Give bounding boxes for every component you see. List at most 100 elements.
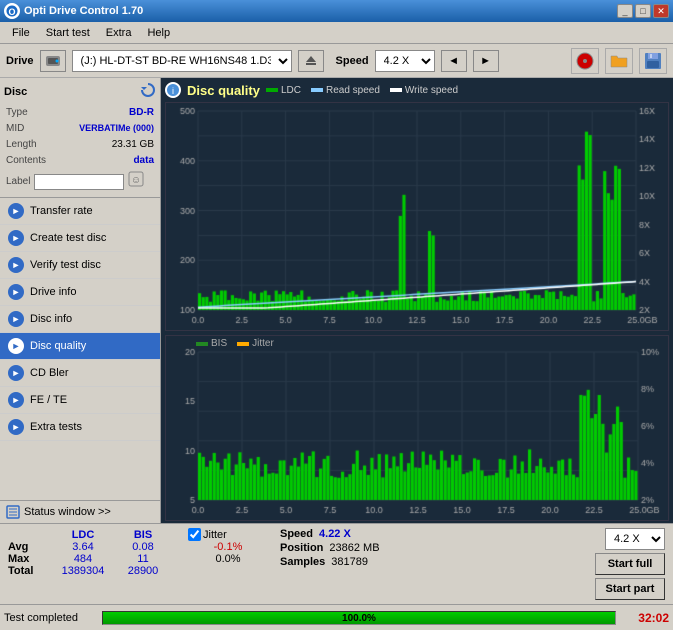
disc-quality-header-icon: i: [165, 82, 181, 98]
length-label: Length: [6, 137, 37, 153]
contents-label: Contents: [6, 153, 46, 169]
avg-ldc: 3.64: [48, 541, 118, 553]
type-value: BD-R: [129, 105, 154, 121]
svg-text:☺: ☺: [131, 175, 141, 186]
disc-section-title: Disc: [4, 86, 27, 98]
progress-text: 100.0%: [103, 612, 615, 626]
total-ldc: 1389304: [48, 565, 118, 577]
fe-te-icon: ►: [8, 392, 24, 408]
disc-quality-label: Disc quality: [30, 340, 86, 352]
position-label: Position: [280, 542, 323, 554]
disc-button[interactable]: [571, 48, 599, 74]
disc-info-label: Disc info: [30, 313, 72, 325]
chart-top-canvas: [166, 103, 666, 330]
sidebar-item-verify-test-disc[interactable]: ► Verify test disc: [0, 252, 160, 279]
save-button[interactable]: [639, 48, 667, 74]
maximize-button[interactable]: □: [635, 4, 651, 18]
extra-tests-label: Extra tests: [30, 421, 82, 433]
status-text-bottom: Test completed: [4, 612, 94, 624]
progress-bar-wrapper: 100.0%: [102, 611, 616, 625]
minimize-button[interactable]: _: [617, 4, 633, 18]
status-window-button[interactable]: Status window >>: [0, 500, 160, 523]
speed-select-stats[interactable]: 4.2 X: [605, 528, 665, 550]
cd-bler-label: CD Bler: [30, 367, 69, 379]
chart-container: BIS Jitter: [165, 102, 669, 521]
drive-select[interactable]: (J:) HL-DT-ST BD-RE WH16NS48 1.D3: [72, 50, 292, 72]
avg-row-label: Avg: [8, 541, 48, 553]
label-label: Label: [6, 174, 30, 190]
sidebar-item-fe-te[interactable]: ► FE / TE: [0, 387, 160, 414]
speed-stat-value: 4.22 X: [319, 528, 351, 540]
start-part-button[interactable]: Start part: [595, 578, 665, 600]
length-value: 23.31 GB: [112, 137, 154, 153]
speed-left-button[interactable]: ◄: [441, 50, 467, 72]
disc-quality-header: i Disc quality LDC Read speed Write spee…: [165, 82, 669, 98]
ldc-col-header: LDC: [48, 528, 118, 541]
drive-info-icon: ►: [8, 284, 24, 300]
samples-label: Samples: [280, 556, 325, 568]
jitter-checkbox[interactable]: [188, 528, 201, 541]
total-bis: 28900: [118, 565, 168, 577]
speed-stat-label: Speed: [280, 528, 313, 540]
progress-area: Test completed 100.0% 32:02: [0, 604, 673, 630]
speed-select[interactable]: 4.2 X: [375, 50, 435, 72]
avg-jitter: -0.1%: [188, 541, 268, 553]
folder-button[interactable]: [605, 48, 633, 74]
legend-read-speed: Read speed: [326, 85, 380, 96]
max-ldc: 484: [48, 553, 118, 565]
controls-right: 4.2 X Start full Start part: [595, 528, 665, 600]
samples-value: 381789: [331, 556, 368, 568]
menu-start-test[interactable]: Start test: [38, 25, 98, 41]
app-title: Opti Drive Control 1.70: [24, 5, 143, 17]
legend-bis: BIS: [211, 338, 227, 349]
cd-bler-icon: ►: [8, 365, 24, 381]
menu-extra[interactable]: Extra: [98, 25, 140, 41]
sidebar-item-drive-info[interactable]: ► Drive info: [0, 279, 160, 306]
extra-tests-icon: ►: [8, 419, 24, 435]
transfer-rate-label: Transfer rate: [30, 205, 93, 217]
disc-info-icon: ►: [8, 311, 24, 327]
sidebar: Disc Type BD-R MID VERBATIMe (000) Lengt…: [0, 78, 161, 523]
drive-label: Drive: [6, 55, 34, 67]
sidebar-item-cd-bler[interactable]: ► CD Bler: [0, 360, 160, 387]
nav-items: ► Transfer rate ► Create test disc ► Ver…: [0, 198, 160, 500]
max-row-label: Max: [8, 553, 48, 565]
legend-jitter: Jitter: [252, 338, 274, 349]
sidebar-item-create-test-disc[interactable]: ► Create test disc: [0, 225, 160, 252]
close-button[interactable]: ✕: [653, 4, 669, 18]
disc-refresh-button[interactable]: [140, 82, 156, 101]
speed-label: Speed: [336, 55, 369, 67]
speed-position-info: Speed 4.22 X Position 23862 MB Samples 3…: [280, 528, 380, 568]
transfer-rate-icon: ►: [8, 203, 24, 219]
drive-icon-button[interactable]: [40, 50, 66, 72]
label-icon-button[interactable]: ☺: [128, 171, 144, 193]
mid-value: VERBATIMe (000): [79, 121, 154, 137]
menu-file[interactable]: File: [4, 25, 38, 41]
legend-write-speed: Write speed: [405, 85, 458, 96]
start-full-button[interactable]: Start full: [595, 553, 665, 575]
create-test-disc-label: Create test disc: [30, 232, 106, 244]
drive-info-label: Drive info: [30, 286, 76, 298]
titlebar: O Opti Drive Control 1.70 _ □ ✕: [0, 0, 673, 22]
sidebar-item-disc-info[interactable]: ► Disc info: [0, 306, 160, 333]
menu-help[interactable]: Help: [139, 25, 178, 41]
bis-col-header: BIS: [118, 528, 168, 541]
total-row-label: Total: [8, 565, 48, 577]
stats-table: LDC BIS Jitter Avg 3.64 0.08: [8, 528, 268, 577]
speed-right-button[interactable]: ►: [473, 50, 499, 72]
verify-test-disc-label: Verify test disc: [30, 259, 101, 271]
contents-value: data: [133, 153, 154, 169]
sidebar-item-extra-tests[interactable]: ► Extra tests: [0, 414, 160, 441]
label-input[interactable]: [34, 174, 124, 190]
svg-text:O: O: [8, 7, 15, 17]
legend-ldc: LDC: [281, 85, 301, 96]
menubar: File Start test Extra Help: [0, 22, 673, 44]
window-controls[interactable]: _ □ ✕: [617, 4, 669, 18]
sidebar-item-transfer-rate[interactable]: ► Transfer rate: [0, 198, 160, 225]
verify-test-disc-icon: ►: [8, 257, 24, 273]
eject-button[interactable]: [298, 50, 324, 72]
fe-te-label: FE / TE: [30, 394, 67, 406]
create-test-disc-icon: ►: [8, 230, 24, 246]
avg-bis: 0.08: [118, 541, 168, 553]
sidebar-item-disc-quality[interactable]: ► Disc quality: [0, 333, 160, 360]
